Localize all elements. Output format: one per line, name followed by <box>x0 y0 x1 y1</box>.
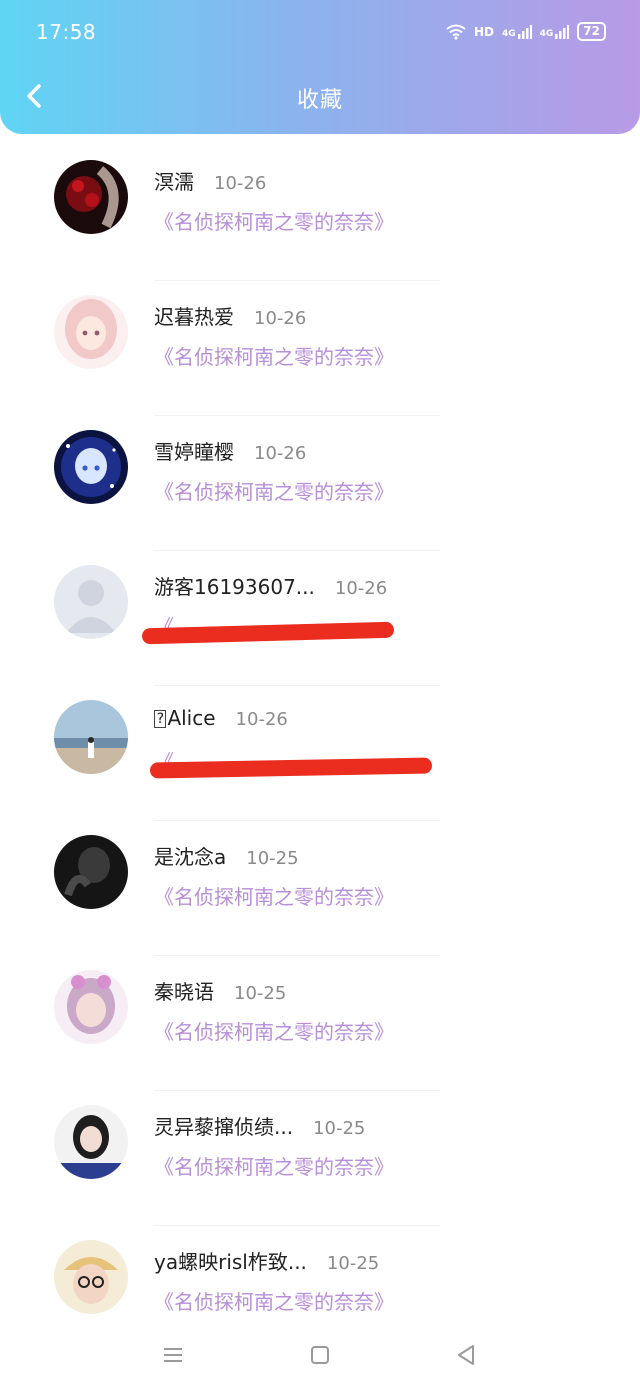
avatar[interactable] <box>54 430 128 504</box>
list-item[interactable]: 秦晓语 10-25 《名侦探柯南之零的奈奈》 <box>0 956 640 1091</box>
favorite-title[interactable]: 《名侦探柯南之零的奈奈》 <box>154 881 394 910</box>
favorite-title[interactable]: 《名侦探柯南之零的奈奈》 <box>154 1286 394 1315</box>
favorite-title[interactable]: 《名侦探柯南之零的奈奈》 <box>154 1016 394 1045</box>
signal-icon-2: 4G <box>540 24 570 39</box>
avatar[interactable] <box>54 835 128 909</box>
date: 10-26 <box>235 709 288 730</box>
user-name: 迟暮热爱 <box>154 305 234 329</box>
list-item[interactable]: ?Alice 10-26 《 <box>0 686 640 821</box>
avatar[interactable] <box>54 700 128 774</box>
name-row: 灵异藜撺侦绩... 10-25 <box>154 1111 365 1140</box>
page-title: 收藏 <box>296 88 343 113</box>
status-icons: HD 4G 4G 72 <box>446 22 606 41</box>
user-name: 溟濡 <box>154 170 194 194</box>
name-row: 溟濡 10-26 <box>154 166 266 195</box>
date: 10-25 <box>234 983 287 1004</box>
date: 10-25 <box>246 848 299 869</box>
date: 10-25 <box>313 1118 366 1139</box>
favorite-title[interactable]: 《名侦探柯南之零的奈奈》 <box>154 1151 394 1180</box>
user-name: ya螺映risl柞致... <box>154 1250 307 1274</box>
signal-icon-1: 4G <box>502 24 532 39</box>
user-name: 游客16193607... <box>154 575 315 599</box>
back-triangle-icon[interactable] <box>453 1342 479 1368</box>
user-name: 是沈念a <box>154 845 227 869</box>
list-item[interactable]: 是沈念a 10-25 《名侦探柯南之零的奈奈》 <box>0 821 640 956</box>
favorite-title[interactable]: 《名侦探柯南之零的奈奈》 <box>154 341 394 370</box>
avatar[interactable] <box>54 160 128 234</box>
favorite-title[interactable]: 《名侦探柯南之零的奈奈》 <box>154 206 394 235</box>
battery-icon: 72 <box>577 22 606 41</box>
name-row: ya螺映risl柞致... 10-25 <box>154 1246 379 1275</box>
name-row: 秦晓语 10-25 <box>154 976 286 1005</box>
user-name: 秦晓语 <box>154 980 214 1004</box>
status-time: 17:58 <box>36 20 97 44</box>
network-label: HD <box>473 24 494 39</box>
date: 10-26 <box>254 308 307 329</box>
avatar[interactable] <box>54 565 128 639</box>
avatar[interactable] <box>54 970 128 1044</box>
avatar[interactable] <box>54 1105 128 1179</box>
redaction-mark <box>141 621 395 645</box>
list-item[interactable]: 雪婷瞳樱 10-26 《名侦探柯南之零的奈奈》 <box>0 416 640 551</box>
name-row: 是沈念a 10-25 <box>154 841 299 870</box>
system-navbar <box>0 1326 640 1387</box>
name-row: ? Alice 10-26 <box>154 706 288 730</box>
date: 10-26 <box>334 578 388 599</box>
name-row: 雪婷瞳樱 10-26 <box>154 436 306 465</box>
list-item[interactable]: 溟濡 10-26 《名侦探柯南之零的奈奈》 <box>0 146 640 281</box>
name-row: 迟暮热爱 10-26 <box>154 301 306 330</box>
wifi-icon <box>446 24 466 40</box>
user-name: 雪婷瞳樱 <box>154 440 234 464</box>
menu-icon[interactable] <box>160 1342 186 1368</box>
list-item[interactable]: 灵异藜撺侦绩... 10-25 《名侦探柯南之零的奈奈》 <box>0 1091 640 1226</box>
list-item[interactable]: 迟暮热爱 10-26 《名侦探柯南之零的奈奈》 <box>0 281 640 416</box>
date: 10-26 <box>214 173 267 194</box>
redaction-mark <box>149 757 433 779</box>
date: 10-25 <box>326 1253 380 1274</box>
date: 10-26 <box>254 443 307 464</box>
user-name: ? Alice <box>154 706 216 730</box>
list-item[interactable]: 游客16193607... 10-26 《 <box>0 551 640 686</box>
favorites-list: 溟濡 10-26 《名侦探柯南之零的奈奈》 迟暮热爱 10-26 《名侦探柯南之… <box>0 146 640 1361</box>
home-square-icon[interactable] <box>307 1342 333 1368</box>
user-name: 灵异藜撺侦绩... <box>154 1115 294 1139</box>
app-header: 17:58 HD 4G 4G 72 收藏 <box>0 0 640 134</box>
avatar[interactable] <box>54 1240 128 1314</box>
favorite-title[interactable]: 《名侦探柯南之零的奈奈》 <box>154 476 394 505</box>
avatar[interactable] <box>54 295 128 369</box>
name-row: 游客16193607... 10-26 <box>154 571 387 600</box>
